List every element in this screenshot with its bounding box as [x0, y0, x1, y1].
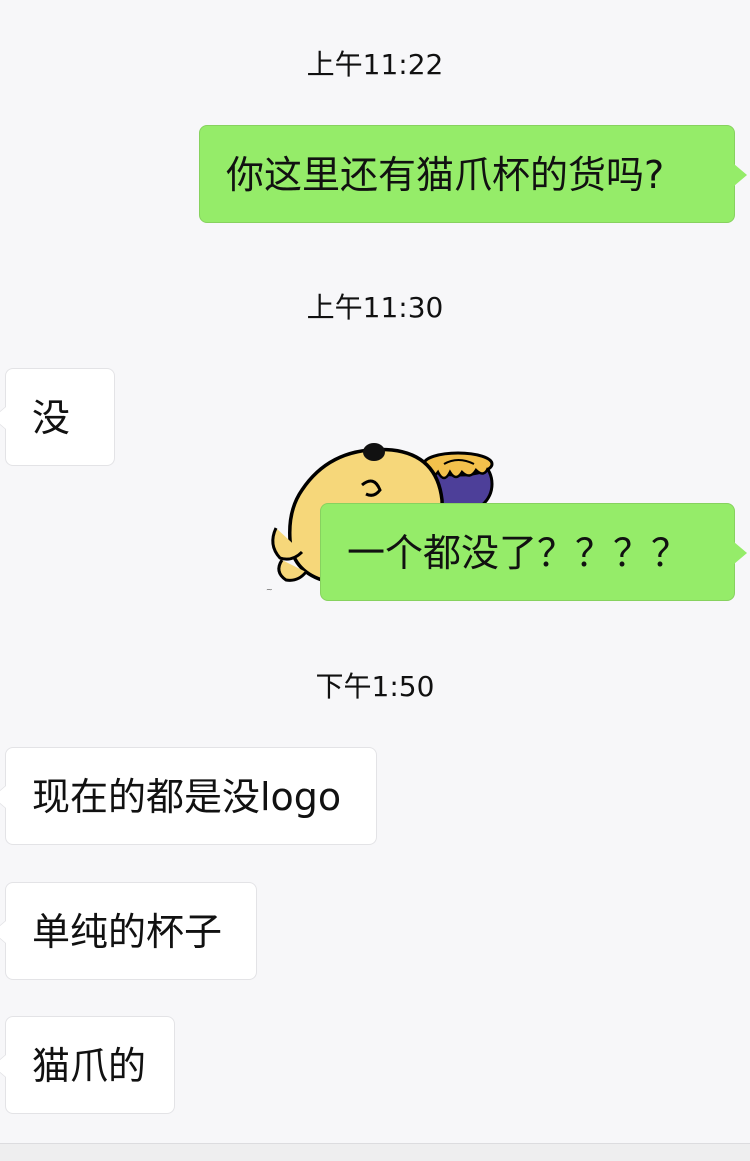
message-text: 没	[32, 396, 71, 440]
message-bubble-outgoing[interactable]: 你这里还有猫爪杯的货吗?	[199, 125, 747, 223]
timestamp: 上午11:22	[306, 48, 444, 81]
message-bubble-incoming[interactable]: 现在的都是没logo	[0, 747, 377, 845]
timestamp: 下午1:50	[315, 670, 435, 703]
bubble-tail	[734, 164, 747, 186]
message-text: 你这里还有猫爪杯的货吗?	[226, 153, 665, 197]
input-bar-edge	[0, 1143, 750, 1161]
timestamp: 上午11:30	[306, 291, 444, 324]
message-bubble-outgoing[interactable]: 一个都没了？？？？	[320, 503, 747, 601]
message-text: 一个都没了？？？？	[347, 531, 690, 575]
chat-area[interactable]: 上午11:22 你这里还有猫爪杯的货吗? 上午11:30 没 ~ 一个都没了？？…	[0, 0, 750, 1161]
svg-text:~: ~	[266, 585, 273, 594]
message-text: 单纯的杯子	[32, 910, 223, 954]
bubble-tail	[734, 542, 747, 564]
bubble-tail	[0, 406, 6, 430]
message-bubble-incoming[interactable]: 没	[0, 368, 115, 466]
message-text: 现在的都是没logo	[32, 775, 342, 819]
bubble-tail	[0, 920, 6, 944]
message-bubble-incoming[interactable]: 猫爪的	[0, 1016, 175, 1114]
message-text: 猫爪的	[32, 1044, 147, 1088]
bubble-tail	[0, 785, 6, 809]
bubble-tail	[0, 1054, 6, 1078]
message-bubble-incoming[interactable]: 单纯的杯子	[0, 882, 257, 980]
